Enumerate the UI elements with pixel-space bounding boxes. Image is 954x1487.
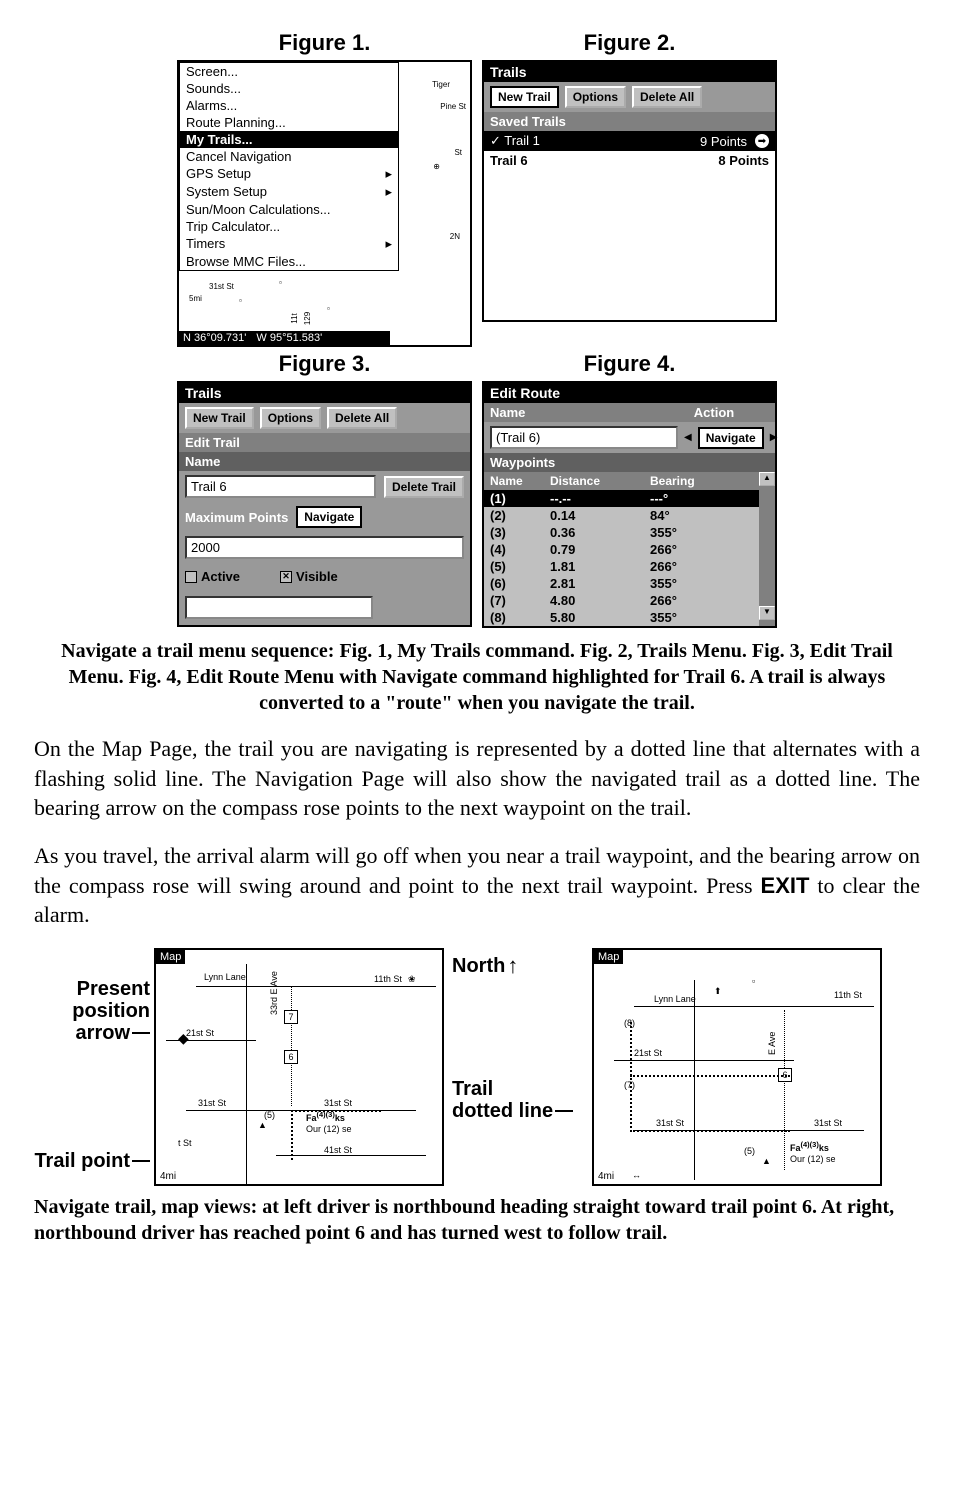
map-title-left: Map [156, 950, 185, 964]
paragraph-2: As you travel, the arrival alarm will go… [34, 841, 920, 930]
trail1-pts: 9 Points [700, 134, 747, 149]
wp-row-6[interactable]: (6)2.81355° [484, 575, 759, 592]
fig2-titlebar: Trails [484, 62, 775, 82]
wp-row-5[interactable]: (5)1.81266° [484, 558, 759, 575]
wp-row-2[interactable]: (2)0.1484° [484, 507, 759, 524]
arrow-icon: ➡ [755, 134, 769, 148]
options-button[interactable]: Options [565, 86, 626, 108]
status-lat: N 36°09.731' [183, 332, 246, 344]
trail6-name: Trail 6 [490, 153, 528, 168]
fig2-panel: Trails New Trail Options Delete All Save… [482, 60, 777, 322]
delete-trail-button[interactable]: Delete Trail [384, 476, 464, 498]
saved-trails-header: Saved Trails [484, 112, 775, 131]
trail6-pts: 8 Points [718, 153, 769, 168]
map-section: Present position arrow Trail point Map L… [30, 948, 924, 1186]
trail-row-6[interactable]: Trail 6 8 Points [484, 151, 775, 170]
wp6-icon: 6 [284, 1050, 298, 1064]
map-street-label: Pine St [440, 102, 466, 111]
fig3-title: Figure 3. [279, 351, 371, 377]
wp-row-7[interactable]: (7)4.80266° [484, 592, 759, 609]
fig1-map-bg: Pine St Tiger ⊕ St 2N [390, 62, 470, 345]
status-lon: W 95°51.583' [256, 332, 322, 344]
menu-my-trails[interactable]: My Trails... [180, 131, 398, 148]
dotted-line-label: dotted line [452, 1100, 588, 1122]
wp7-icon: 7 [284, 1010, 298, 1024]
trail-name-input[interactable] [185, 475, 376, 498]
present-label: Present [30, 978, 150, 1000]
fig4-title: Figure 4. [584, 351, 676, 377]
trail-label: Trail [452, 1078, 588, 1100]
menu-gps-setup[interactable]: GPS Setup [180, 165, 398, 183]
wp-row-3[interactable]: (3)0.36355° [484, 524, 759, 541]
visible-checkbox[interactable]: ✕Visible [280, 569, 338, 584]
caption-1: Navigate a trail menu sequence: Fig. 1, … [50, 638, 904, 716]
delete-all-button[interactable]: Delete All [632, 86, 702, 108]
trail-row-1[interactable]: ✓ Trail 1 9 Points ➡ [484, 131, 775, 151]
trail1-name: ✓ Trail 1 [490, 133, 540, 149]
new-trail-button[interactable]: New Trail [490, 86, 559, 108]
menu-route-planning[interactable]: Route Planning... [180, 114, 398, 131]
active-checkbox[interactable]: Active [185, 569, 240, 584]
map-title-right: Map [594, 950, 623, 964]
position-label: position [30, 1000, 150, 1022]
edit-trail-header: Edit Trail [179, 433, 470, 452]
north-label: North ↑ [452, 954, 588, 978]
arrow-label: arrow [30, 1022, 150, 1044]
menu-cancel-nav[interactable]: Cancel Navigation [180, 148, 398, 165]
route-name-input[interactable] [490, 426, 678, 449]
wp-row-8[interactable]: (8)5.80355° [484, 609, 759, 626]
menu-trip-calc[interactable]: Trip Calculator... [180, 218, 398, 235]
bottom-input[interactable] [185, 596, 373, 619]
max-points-label: Maximum Points [185, 510, 288, 525]
fig2-title: Figure 2. [584, 30, 676, 56]
fig3-panel: Trails New Trail Options Delete All Edit… [177, 381, 472, 627]
waypoints-header: Waypoints [484, 453, 775, 472]
menu-sounds[interactable]: Sounds... [180, 80, 398, 97]
menu-alarms[interactable]: Alarms... [180, 97, 398, 114]
map-left: Map Lynn Lane 11th St 21st St 31st St 31… [154, 948, 444, 1186]
wp-row-1[interactable]: (1)--.-----° [484, 490, 759, 507]
wp-cols: Name Distance Bearing [484, 472, 759, 490]
options-button-3[interactable]: Options [260, 407, 321, 429]
fig4-titlebar: Edit Route [484, 383, 775, 403]
menu-sunmoon[interactable]: Sun/Moon Calculations... [180, 201, 398, 218]
navigate-button-4[interactable]: Navigate [698, 427, 764, 449]
new-trail-button-3[interactable]: New Trail [185, 407, 254, 429]
cursor-icon: ◆ [178, 1030, 189, 1047]
action-col-hdr: Action [659, 405, 769, 420]
scrollbar[interactable]: ▲ ▼ [759, 472, 775, 626]
fig2-blank [484, 170, 775, 320]
fig1-menu: Screen... Sounds... Alarms... Route Plan… [179, 62, 399, 271]
wp-row-4[interactable]: (4)0.79266° [484, 541, 759, 558]
paragraph-1: On the Map Page, the trail you are navig… [34, 734, 920, 823]
menu-screen[interactable]: Screen... [180, 63, 398, 80]
name-header: Name [179, 452, 470, 471]
fig1-title: Figure 1. [279, 30, 371, 56]
exit-key-label: EXIT [761, 873, 810, 898]
fig1-panel: Pine St Tiger ⊕ St 2N Screen... Sounds..… [177, 60, 472, 347]
navigate-button-3[interactable]: Navigate [296, 506, 362, 528]
delete-all-button-3[interactable]: Delete All [327, 407, 397, 429]
map-right: Map Lynn Lane 11th St 21st St 31st St 31… [592, 948, 882, 1186]
max-points-input[interactable] [185, 536, 464, 559]
wp-list: (1)--.-----° (2)0.1484° (3)0.36355° (4)0… [484, 490, 759, 626]
menu-system-setup[interactable]: System Setup [180, 183, 398, 201]
menu-timers[interactable]: Timers [180, 235, 398, 253]
menu-browse-mmc[interactable]: Browse MMC Files... [180, 253, 398, 270]
scale-right: 4mi [598, 1171, 614, 1182]
name-col-hdr: Name [490, 405, 659, 420]
scale-left: 4mi [160, 1171, 176, 1182]
fig3-titlebar: Trails [179, 383, 470, 403]
trail-point-label: Trail point [30, 1150, 150, 1172]
fig4-panel: Edit Route Name Action ◀ Navigate ▶ Wayp… [482, 381, 777, 628]
caption-2: Navigate trail, map views: at left drive… [34, 1194, 920, 1246]
